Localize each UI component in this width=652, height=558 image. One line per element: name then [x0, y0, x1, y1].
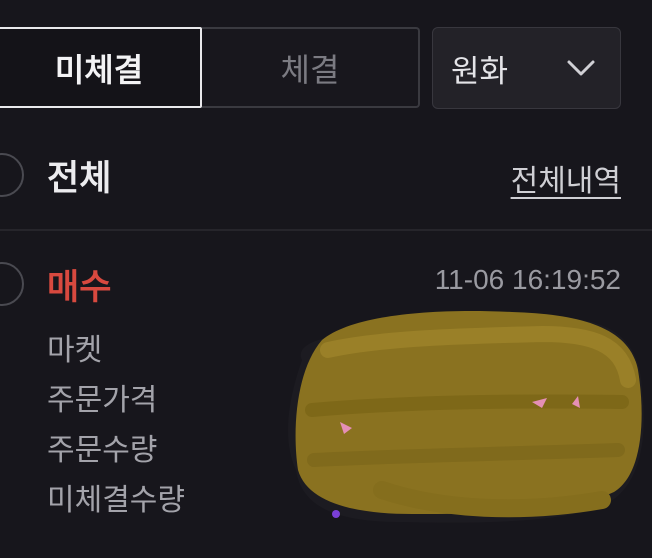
select-all-label: 전체: [47, 159, 112, 199]
order-side-badge: 매수: [47, 268, 112, 308]
chevron-down-icon: [567, 60, 595, 76]
currency-select-value: 원화: [451, 53, 509, 90]
full-history-link[interactable]: 전체내역: [511, 156, 621, 200]
order-select-radio[interactable]: [0, 262, 24, 306]
order-timestamp: 11-06 16:19:52: [434, 264, 621, 295]
market-label: 마켓: [47, 333, 103, 368]
order-quantity-label: 주문수량: [47, 433, 158, 468]
divider: [0, 229, 652, 231]
tab-filled-orders[interactable]: 체결: [202, 27, 420, 108]
tab-unfilled-orders[interactable]: 미체결: [0, 27, 202, 108]
tab-filled-label: 체결: [280, 50, 340, 89]
tab-unfilled-label: 미체결: [54, 50, 144, 89]
select-all-radio[interactable]: [0, 153, 24, 197]
unfilled-quantity-label: 미체결수량: [47, 483, 185, 518]
open-orders-screen: 미체결 체결 원화 전체 전체내역 매수 11-06 16:19:52 마켓 주…: [0, 0, 652, 558]
redaction-scribble: [288, 310, 644, 523]
currency-select[interactable]: 원화: [432, 27, 621, 109]
order-price-label: 주문가격: [47, 383, 158, 418]
